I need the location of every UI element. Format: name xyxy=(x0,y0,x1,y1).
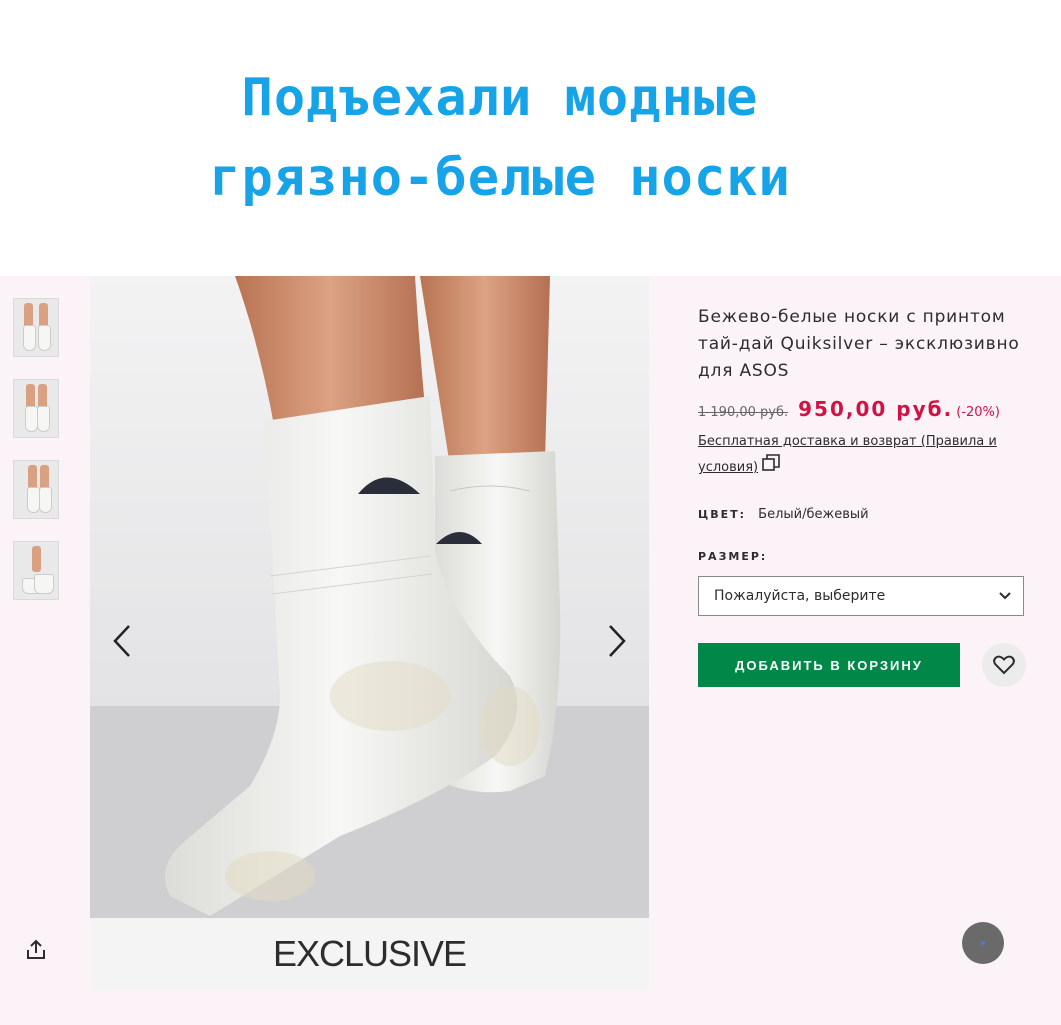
chevron-down-icon xyxy=(999,588,1011,604)
discount-badge: (-20%) xyxy=(956,405,1000,420)
thumbnail[interactable] xyxy=(13,460,59,519)
chat-icon[interactable] xyxy=(962,922,1004,964)
delivery-info: Бесплатная доставка и возврат (Правила и… xyxy=(698,429,998,481)
purchase-actions: ДОБАВИТЬ В КОРЗИНУ xyxy=(698,643,1028,687)
add-to-cart-button[interactable]: ДОБАВИТЬ В КОРЗИНУ xyxy=(698,643,960,687)
product-page: EXCLUSIVE Бежево-белые носки с принтом т… xyxy=(0,276,1061,1025)
current-price: 950,00 руб. xyxy=(798,397,954,421)
thumbnail[interactable] xyxy=(13,541,59,600)
thumbnail[interactable] xyxy=(13,298,59,357)
color-value: Белый/бежевый xyxy=(758,507,869,522)
external-link-icon[interactable] xyxy=(762,454,780,481)
color-row: ЦВЕТ: Белый/бежевый xyxy=(698,507,1028,522)
headline: Подъехали модные грязно-белые носки xyxy=(0,58,1000,218)
old-price: 1 190,00 руб. xyxy=(698,405,789,420)
chevron-left-icon[interactable] xyxy=(102,616,142,666)
thumbnail[interactable] xyxy=(13,379,59,438)
headline-line-2: грязно-белые носки xyxy=(209,148,791,208)
product-info: Бежево-белые носки с принтом тай-дай Qui… xyxy=(698,304,1028,687)
headline-line-1: Подъехали модные xyxy=(241,68,759,128)
size-label: РАЗМЕР: xyxy=(698,550,768,563)
size-select-value: Пожалуйста, выберите xyxy=(714,588,886,604)
size-select[interactable]: Пожалуйста, выберите xyxy=(698,576,1024,616)
color-label: ЦВЕТ: xyxy=(698,508,747,521)
exclusive-badge: EXCLUSIVE xyxy=(90,918,649,990)
chevron-right-icon[interactable] xyxy=(597,616,637,666)
product-title: Бежево-белые носки с принтом тай-дай Qui… xyxy=(698,307,1020,381)
thumbnail-list xyxy=(13,298,59,622)
price-row: 1 190,00 руб. 950,00 руб. (-20%) xyxy=(698,397,1028,421)
product-image xyxy=(90,276,649,990)
share-icon[interactable] xyxy=(24,938,48,962)
delivery-link[interactable]: Бесплатная доставка и возврат (Правила и… xyxy=(698,434,997,475)
heart-icon[interactable] xyxy=(982,643,1026,687)
